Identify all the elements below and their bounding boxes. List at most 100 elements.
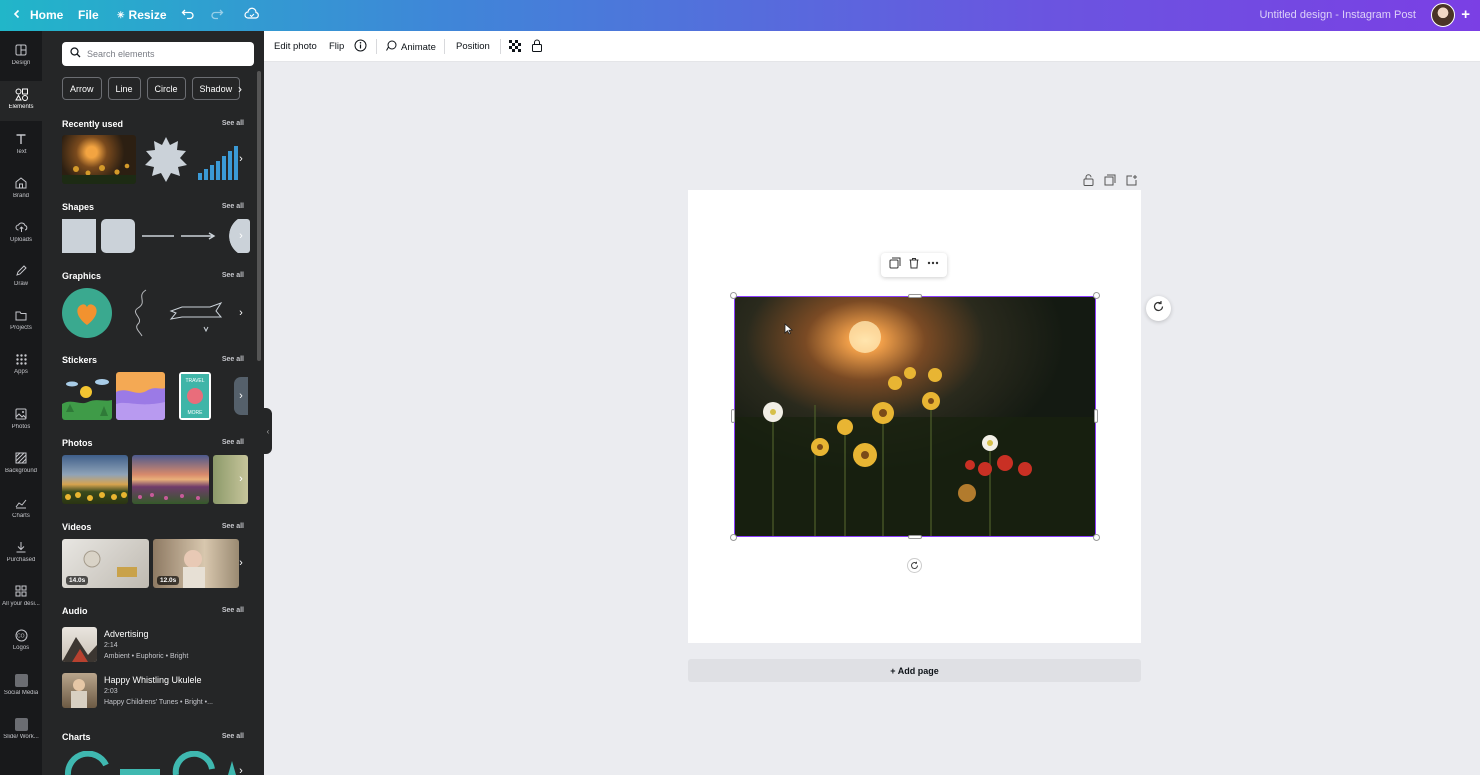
search-input[interactable]: [87, 49, 247, 59]
video-thumb-1[interactable]: 14.0s: [62, 539, 149, 588]
see-all-recent[interactable]: See all: [222, 120, 244, 127]
see-all-shapes[interactable]: See all: [222, 203, 244, 210]
file-menu-button[interactable]: File: [78, 8, 99, 22]
video-thumb-2[interactable]: 12.0s: [153, 539, 239, 588]
rail-item-draw[interactable]: Draw: [0, 258, 42, 298]
photo-flower-sunset[interactable]: [132, 455, 209, 504]
rotate-handle[interactable]: [907, 558, 922, 573]
resize-handle-bottom-right[interactable]: [1093, 534, 1100, 541]
rail-item-uploads[interactable]: Uploads: [0, 214, 42, 254]
collapse-panel-button[interactable]: ‹: [264, 408, 272, 454]
cloud-check-icon: [244, 7, 260, 24]
recent-sunflower-photo[interactable]: [62, 135, 136, 184]
rail-item-apps[interactable]: Apps: [0, 346, 42, 386]
rail-item-all-designs[interactable]: All your desi...: [0, 578, 42, 618]
info-button[interactable]: [354, 39, 367, 55]
lock-icon: [531, 39, 543, 55]
resize-handle-top-right[interactable]: [1093, 292, 1100, 299]
search-box[interactable]: [62, 42, 254, 66]
folder-icon: [14, 308, 28, 322]
file-label: File: [78, 8, 99, 22]
rail-item-charts[interactable]: Charts: [0, 490, 42, 530]
see-all-videos[interactable]: See all: [222, 523, 244, 530]
see-all-charts[interactable]: See all: [222, 733, 244, 740]
rail-item-text[interactable]: Text: [0, 126, 42, 166]
add-page-button[interactable]: + Add page: [688, 659, 1141, 682]
chip-arrow[interactable]: Arrow: [62, 77, 102, 100]
shapes-next-icon[interactable]: ›: [232, 227, 250, 245]
shape-rounded-square[interactable]: [101, 219, 135, 253]
see-all-audio[interactable]: See all: [222, 607, 244, 614]
recent-next-icon[interactable]: ›: [232, 150, 250, 168]
svg-text:MORE: MORE: [188, 410, 204, 416]
rail-item-photos[interactable]: Photos: [0, 401, 42, 441]
photo-sunflower-field[interactable]: [62, 455, 128, 504]
duplicate-icon[interactable]: [889, 256, 901, 274]
recent-starburst-shape[interactable]: [142, 135, 190, 184]
shape-square[interactable]: [62, 219, 96, 253]
cloud-save-button[interactable]: [244, 7, 260, 24]
add-collaborator-button[interactable]: +: [1461, 6, 1470, 23]
lock-button[interactable]: [531, 39, 543, 55]
animate-button[interactable]: Animate: [385, 40, 436, 55]
rail-item-logos[interactable]: CO. Logos: [0, 622, 42, 662]
elements-panel: Arrow Line Circle Shadow › Recently used…: [42, 31, 264, 775]
shape-arrow-line[interactable]: [179, 219, 217, 253]
resize-handle-bottom-left[interactable]: [730, 534, 737, 541]
regenerate-button[interactable]: [1146, 296, 1171, 321]
sticker-sun-landscape[interactable]: [62, 372, 112, 420]
lock-page-icon[interactable]: [1083, 173, 1094, 191]
rail-item-design[interactable]: Design: [0, 37, 42, 77]
rail-item-elements[interactable]: Elements: [0, 81, 42, 121]
flip-button[interactable]: Flip: [329, 41, 344, 52]
charts-row[interactable]: [64, 751, 244, 775]
panel-scrollbar[interactable]: [257, 71, 261, 361]
chip-line[interactable]: Line: [107, 77, 141, 100]
rail-item-brand[interactable]: Brand: [0, 170, 42, 210]
resize-handle-top-left[interactable]: [730, 292, 737, 299]
shape-line[interactable]: [140, 219, 176, 253]
graphic-ribbon-banner[interactable]: [168, 299, 224, 335]
more-options-icon[interactable]: [927, 256, 939, 274]
resize-handle-right[interactable]: [1094, 409, 1098, 423]
redo-button[interactable]: [210, 7, 224, 24]
photos-next-icon[interactable]: ›: [232, 470, 250, 488]
resize-handle-top[interactable]: [908, 294, 922, 298]
edit-photo-button[interactable]: Edit photo: [274, 41, 317, 52]
chip-shadow[interactable]: Shadow: [191, 77, 241, 100]
audio-item[interactable]: Happy Whistling Ukulele 2:03 Happy Child…: [62, 673, 252, 709]
resize-handle-left[interactable]: [731, 409, 735, 423]
sticker-purple-landscape[interactable]: [116, 372, 165, 420]
rail-item-background[interactable]: Background: [0, 445, 42, 485]
see-all-graphics[interactable]: See all: [222, 272, 244, 279]
graphics-next-icon[interactable]: ›: [232, 304, 250, 322]
sticker-travel-stamp[interactable]: TRAVEL MORE: [179, 372, 211, 420]
rail-item-projects[interactable]: Projects: [0, 302, 42, 342]
home-button[interactable]: Home: [12, 8, 63, 22]
add-page-icon[interactable]: [1126, 173, 1138, 191]
chip-circle[interactable]: Circle: [146, 77, 186, 100]
chips-next-icon[interactable]: ›: [238, 82, 242, 96]
rail-item-purchased[interactable]: Purchased: [0, 534, 42, 574]
charts-next-icon[interactable]: ›: [232, 762, 250, 775]
resize-handle-bottom[interactable]: [908, 535, 922, 539]
audio-item[interactable]: Advertising 2:14 Ambient • Euphoric • Br…: [62, 627, 252, 663]
duplicate-page-icon[interactable]: [1104, 173, 1116, 191]
graphic-squiggle[interactable]: [126, 288, 156, 338]
trash-icon[interactable]: [908, 256, 920, 274]
videos-next-icon[interactable]: ›: [232, 554, 250, 572]
audio-cover: [62, 627, 97, 662]
rail-item-slides[interactable]: Slide/ Work...: [0, 711, 42, 751]
design-title[interactable]: Untitled design - Instagram Post: [1259, 9, 1416, 21]
see-all-stickers[interactable]: See all: [222, 356, 244, 363]
see-all-photos[interactable]: See all: [222, 439, 244, 446]
transparency-button[interactable]: [509, 40, 521, 55]
graphic-heart-circle[interactable]: [62, 288, 112, 338]
avatar[interactable]: [1431, 3, 1455, 27]
position-button[interactable]: Position: [456, 41, 490, 52]
rail-item-social-media[interactable]: Social Media: [0, 667, 42, 707]
undo-button[interactable]: [181, 7, 195, 24]
stickers-next-icon[interactable]: ›: [232, 387, 250, 405]
download-icon: [14, 540, 28, 554]
resize-button[interactable]: ✳ Resize: [117, 8, 167, 22]
